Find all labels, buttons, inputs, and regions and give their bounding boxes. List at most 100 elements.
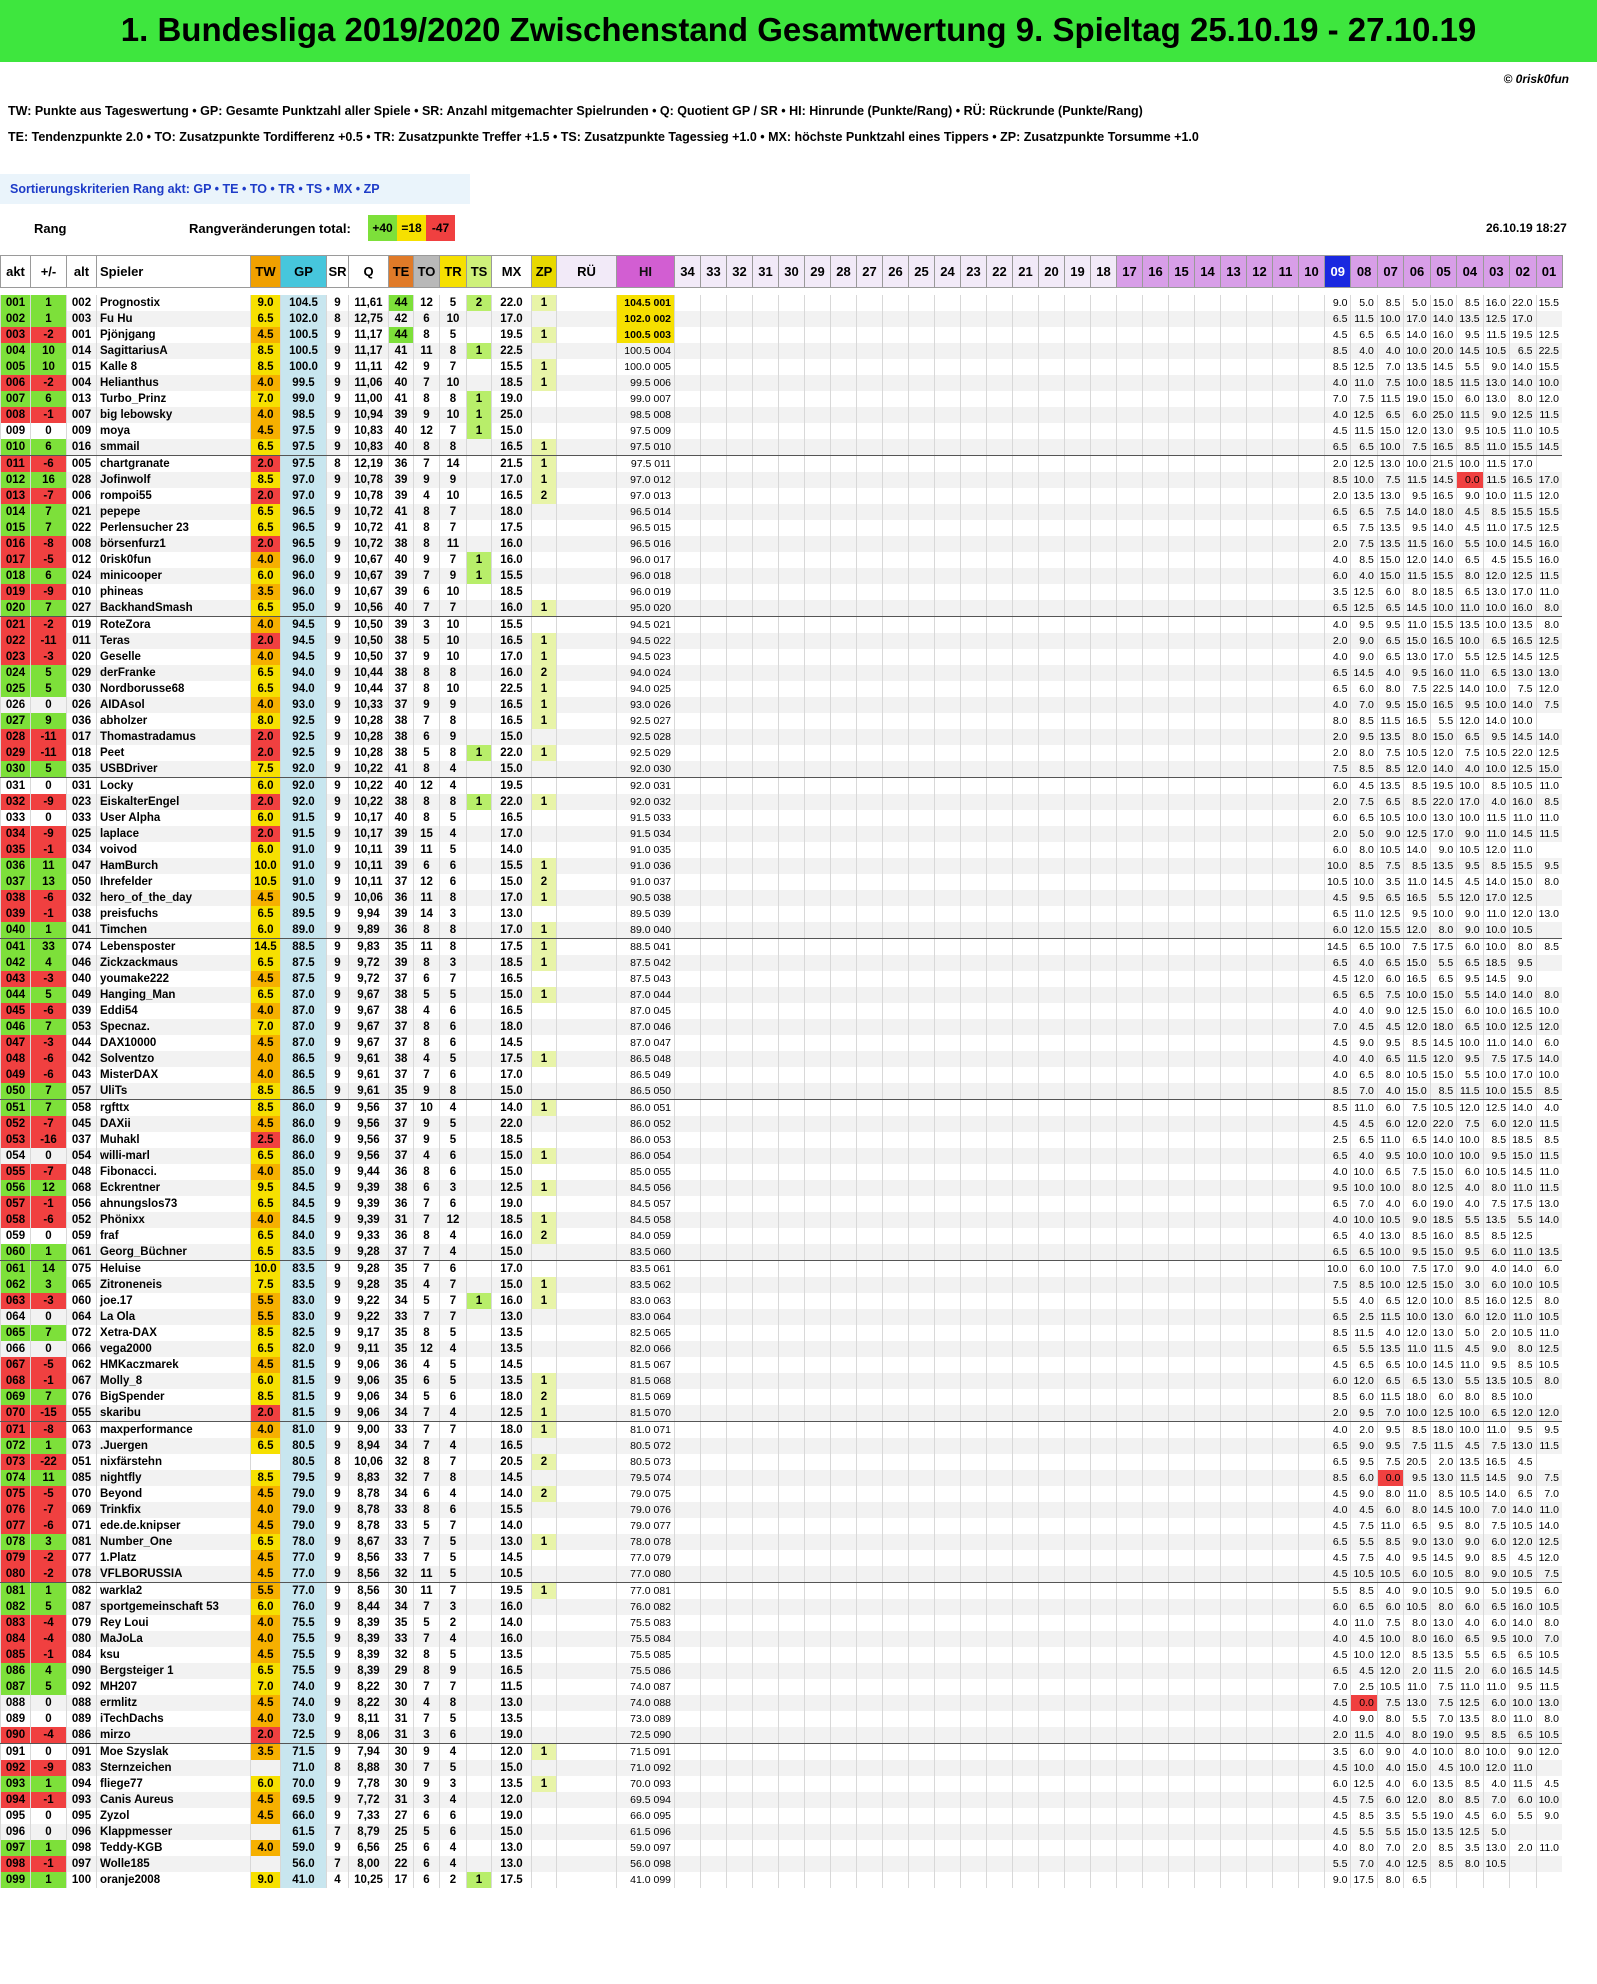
cell-round: 4.0 xyxy=(1323,1003,1351,1019)
cell-ru xyxy=(556,1325,617,1341)
col-round-11[interactable]: 11 xyxy=(1272,255,1299,288)
cell-round xyxy=(1116,1405,1143,1422)
cell-round xyxy=(1090,842,1117,858)
col-tw[interactable]: TW xyxy=(250,255,281,288)
col-q[interactable]: Q xyxy=(348,255,389,288)
col-spieler[interactable]: Spieler xyxy=(96,255,251,288)
col-round-17[interactable]: 17 xyxy=(1116,255,1143,288)
col-round-29[interactable]: 29 xyxy=(804,255,831,288)
col-ts[interactable]: TS xyxy=(466,255,492,288)
cell-round xyxy=(1194,1325,1221,1341)
cell-round xyxy=(1064,455,1091,472)
cell-round xyxy=(1064,745,1091,761)
cell-round: 11.5 xyxy=(1376,713,1404,729)
col-round-01[interactable]: 01 xyxy=(1535,255,1563,288)
col-mx[interactable]: MX xyxy=(491,255,532,288)
col-gp[interactable]: GP xyxy=(280,255,327,288)
col-ru[interactable]: RÜ xyxy=(556,255,617,288)
cell-hi: 84.5 056 xyxy=(616,1180,675,1196)
col-round-25[interactable]: 25 xyxy=(908,255,935,288)
col-round-23[interactable]: 23 xyxy=(960,255,987,288)
col-round-04[interactable]: 04 xyxy=(1456,255,1484,288)
col-round-09[interactable]: 09 xyxy=(1323,255,1352,288)
table-row: 024 5 029 derFranke 6.5 94.0 9 10,44 38 8 8 16.0 2 94… xyxy=(0,665,1562,681)
col-round-13[interactable]: 13 xyxy=(1220,255,1247,288)
col-round-06[interactable]: 06 xyxy=(1403,255,1431,288)
cell-ts xyxy=(466,1051,492,1067)
cell-round xyxy=(752,1309,779,1325)
cell-round xyxy=(960,777,987,794)
cell-round xyxy=(726,1486,753,1502)
cell-ts xyxy=(466,600,492,617)
cell-round xyxy=(726,955,753,971)
col-round-15[interactable]: 15 xyxy=(1168,255,1195,288)
cell-round: 3.5 xyxy=(1323,1743,1351,1760)
cell-ts xyxy=(466,1357,492,1373)
cell-round: 17.0 xyxy=(1509,1067,1536,1083)
cell-round: 10.5 xyxy=(1535,1599,1562,1615)
cell-round: 12.5 xyxy=(1535,1534,1562,1550)
col-round-19[interactable]: 19 xyxy=(1064,255,1091,288)
col-round-05[interactable]: 05 xyxy=(1429,255,1458,288)
col-round-18[interactable]: 18 xyxy=(1090,255,1117,288)
cell-akt: 037 xyxy=(0,874,31,890)
col-round-08[interactable]: 08 xyxy=(1350,255,1378,288)
cell-mx: 15.5 xyxy=(491,858,532,874)
cell-round xyxy=(1064,439,1091,456)
col-akt[interactable]: akt xyxy=(0,255,31,288)
col-round-24[interactable]: 24 xyxy=(934,255,961,288)
cell-round xyxy=(778,327,805,343)
cell-round: 8.5 xyxy=(1376,1534,1404,1550)
col-round-16[interactable]: 16 xyxy=(1142,255,1169,288)
col-round-34[interactable]: 34 xyxy=(674,255,701,288)
cell-round xyxy=(1272,1518,1299,1534)
col-round-22[interactable]: 22 xyxy=(986,255,1013,288)
col-round-02[interactable]: 02 xyxy=(1509,255,1537,288)
col-sr[interactable]: SR xyxy=(326,255,349,288)
col-round-10[interactable]: 10 xyxy=(1298,255,1325,288)
col-round-07[interactable]: 07 xyxy=(1376,255,1405,288)
cell-hi: 86.0 052 xyxy=(616,1116,675,1132)
col-round-27[interactable]: 27 xyxy=(856,255,883,288)
col-alt[interactable]: alt xyxy=(66,255,97,288)
col-to[interactable]: TO xyxy=(413,255,440,288)
cell-round xyxy=(1298,1373,1325,1389)
cell-round xyxy=(960,697,987,713)
col-tr[interactable]: TR xyxy=(439,255,467,288)
col-round-26[interactable]: 26 xyxy=(882,255,909,288)
cell-round xyxy=(856,987,883,1003)
cell-round xyxy=(1272,1582,1299,1599)
cell-round xyxy=(1272,1357,1299,1373)
cell-round: 4.5 xyxy=(1350,1019,1378,1035)
cell-round xyxy=(752,504,779,520)
col-round-14[interactable]: 14 xyxy=(1194,255,1221,288)
cell-round xyxy=(1220,520,1247,536)
cell-hi: 80.5 072 xyxy=(616,1438,675,1454)
col-round-31[interactable]: 31 xyxy=(752,255,779,288)
cell-sr: 9 xyxy=(326,1341,349,1357)
standings-sheet: akt +/- alt Spieler TW GP SR Q TE TO TR … xyxy=(0,255,1597,1984)
cell-round xyxy=(1168,1116,1195,1132)
col-round-33[interactable]: 33 xyxy=(700,255,727,288)
col-te[interactable]: TE xyxy=(388,255,414,288)
cell-round xyxy=(960,810,987,826)
col-hi[interactable]: HI xyxy=(616,255,675,288)
col-diff[interactable]: +/- xyxy=(30,255,67,288)
col-round-28[interactable]: 28 xyxy=(830,255,857,288)
col-round-32[interactable]: 32 xyxy=(726,255,753,288)
cell-round: 10.0 xyxy=(1429,600,1457,617)
col-round-20[interactable]: 20 xyxy=(1038,255,1065,288)
cell-round xyxy=(778,1180,805,1196)
cell-hi: 99.5 006 xyxy=(616,375,675,391)
cell-round xyxy=(1194,1099,1221,1116)
col-round-12[interactable]: 12 xyxy=(1246,255,1273,288)
cell-round xyxy=(1298,1679,1325,1695)
col-round-03[interactable]: 03 xyxy=(1482,255,1511,288)
col-round-21[interactable]: 21 xyxy=(1012,255,1039,288)
cell-round xyxy=(1064,520,1091,536)
col-round-30[interactable]: 30 xyxy=(778,255,805,288)
col-zp[interactable]: ZP xyxy=(531,255,557,288)
cell-zp xyxy=(531,1518,557,1534)
cell-round xyxy=(1142,1679,1169,1695)
cell-te: 39 xyxy=(388,842,414,858)
